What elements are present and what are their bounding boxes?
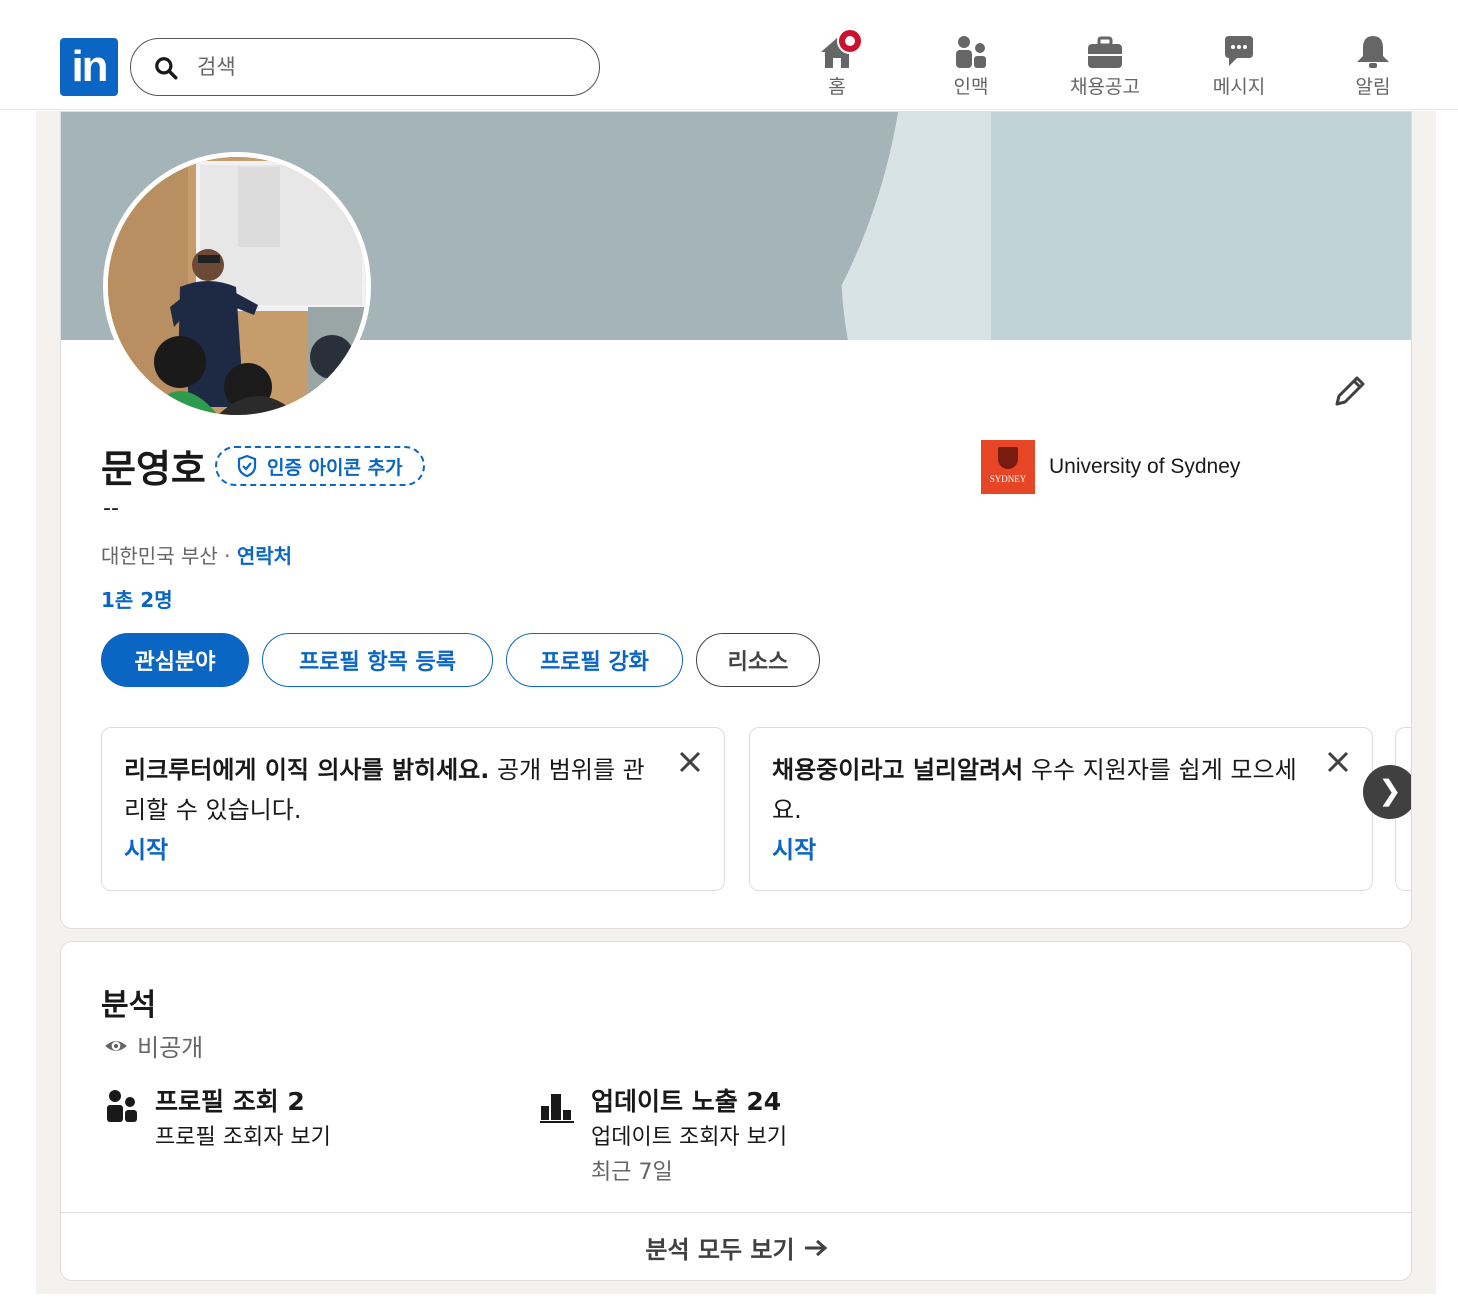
chevron-right-icon: ❯ xyxy=(1378,774,1402,807)
nav-item-notifications[interactable]: 알림 xyxy=(1308,30,1438,102)
visibility-label: 비공개 xyxy=(137,1034,204,1062)
resources-button[interactable]: 리소스 xyxy=(696,633,820,687)
profile-card: 문영호 인증 아이콘 추가 -- 대한민국 부산 · 연락처 1촌 2명 SYD… xyxy=(60,111,1412,929)
profile-headline: -- xyxy=(103,496,119,521)
nav-item-network[interactable]: 인맥 xyxy=(906,30,1036,102)
footer-label: 분석 모두 보기 xyxy=(645,1236,795,1264)
university-logo: SYDNEY xyxy=(981,440,1035,494)
edit-pencil-icon[interactable] xyxy=(1329,372,1369,412)
top-nav: in 홈 인맥 xyxy=(0,0,1458,110)
open-to-button[interactable]: 관심분야 xyxy=(101,633,249,687)
nav-item-messaging[interactable]: 메시지 xyxy=(1174,30,1304,102)
carousel-next-button[interactable]: ❯ xyxy=(1363,765,1411,819)
close-icon[interactable] xyxy=(1326,750,1350,774)
add-profile-section-button[interactable]: 프로필 항목 등록 xyxy=(262,633,493,687)
university-logo-text: SYDNEY xyxy=(989,474,1027,484)
notification-badge xyxy=(837,28,863,54)
arrow-right-icon xyxy=(804,1239,827,1256)
home-icon xyxy=(817,28,863,70)
search-box[interactable] xyxy=(130,38,600,96)
search-icon xyxy=(155,57,178,80)
bell-icon xyxy=(1353,34,1393,70)
post-impressions-item[interactable]: 업데이트 노출 24 업데이트 조회자 보기 최근 7일 xyxy=(539,1084,787,1190)
close-icon[interactable] xyxy=(678,750,702,774)
analytics-title: 분석 xyxy=(101,988,157,1023)
messaging-icon xyxy=(1219,34,1259,70)
search-input[interactable] xyxy=(197,49,577,85)
profile-location: 대한민국 부산 · 연락처 xyxy=(101,540,292,569)
eye-icon xyxy=(105,1040,127,1051)
analytics-item-title: 업데이트 노출 24 xyxy=(591,1087,782,1116)
people-icon xyxy=(107,1090,137,1122)
shield-check-icon xyxy=(237,454,257,478)
notice-bold-text: 채용중이라고 널리알려서 xyxy=(772,756,1024,784)
nav-item-jobs[interactable]: 채용공고 xyxy=(1040,30,1170,102)
briefcase-icon xyxy=(1085,34,1125,70)
education-link[interactable]: SYDNEY University of Sydney xyxy=(981,440,1240,494)
connections-link[interactable]: 1촌 2명 xyxy=(101,584,173,613)
nav-item-home[interactable]: 홈 xyxy=(772,28,902,102)
notice-bold-text: 리크루터에게 이직 의사를 밝히세요. xyxy=(124,756,490,784)
analytics-card: 분석 비공개 프로필 조회 2 프로필 조회자 보기 업데이트 노출 24 업데… xyxy=(60,941,1412,1281)
linkedin-logo[interactable]: in xyxy=(60,38,118,96)
nav-item-label: 채용공고 xyxy=(1070,76,1140,98)
education-name: University of Sydney xyxy=(1049,455,1241,478)
profile-views-item[interactable]: 프로필 조회 2 프로필 조회자 보기 xyxy=(103,1084,331,1156)
analytics-item-subtitle: 업데이트 조회자 보기 xyxy=(591,1125,788,1150)
enhance-profile-button[interactable]: 프로필 강화 xyxy=(506,633,683,687)
verify-label: 인증 아이콘 추가 xyxy=(267,456,403,479)
hiring-notice: 채용중이라고 널리알려서 우수 지원자를 쉽게 모으세요. 시작 xyxy=(749,727,1373,891)
contact-info-link[interactable]: 연락처 xyxy=(237,544,292,568)
analytics-item-note: 최근 7일 xyxy=(591,1160,673,1185)
open-to-work-notice: 리크루터에게 이직 의사를 밝히세요. 공개 범위를 관리할 수 있습니다. 시… xyxy=(101,727,725,891)
network-icon xyxy=(951,34,991,70)
notice-start-link[interactable]: 시작 xyxy=(124,830,664,870)
bar-chart-icon xyxy=(540,1094,574,1123)
analytics-item-title: 프로필 조회 2 xyxy=(155,1087,305,1116)
nav-item-label: 홈 xyxy=(828,76,846,98)
nav-item-label: 메시지 xyxy=(1212,76,1266,98)
avatar[interactable] xyxy=(103,152,371,420)
notice-start-link[interactable]: 시작 xyxy=(772,830,1312,870)
nav-item-label: 알림 xyxy=(1355,76,1391,98)
location-text: 대한민국 부산 · xyxy=(101,544,237,568)
profile-name: 문영호 xyxy=(101,447,206,491)
analytics-visibility: 비공개 xyxy=(103,1028,203,1063)
nav-item-label: 인맥 xyxy=(953,76,989,98)
show-all-analytics-button[interactable]: 분석 모두 보기 xyxy=(61,1212,1411,1280)
add-verification-button[interactable]: 인증 아이콘 추가 xyxy=(215,446,425,486)
analytics-item-subtitle: 프로필 조회자 보기 xyxy=(155,1125,331,1150)
